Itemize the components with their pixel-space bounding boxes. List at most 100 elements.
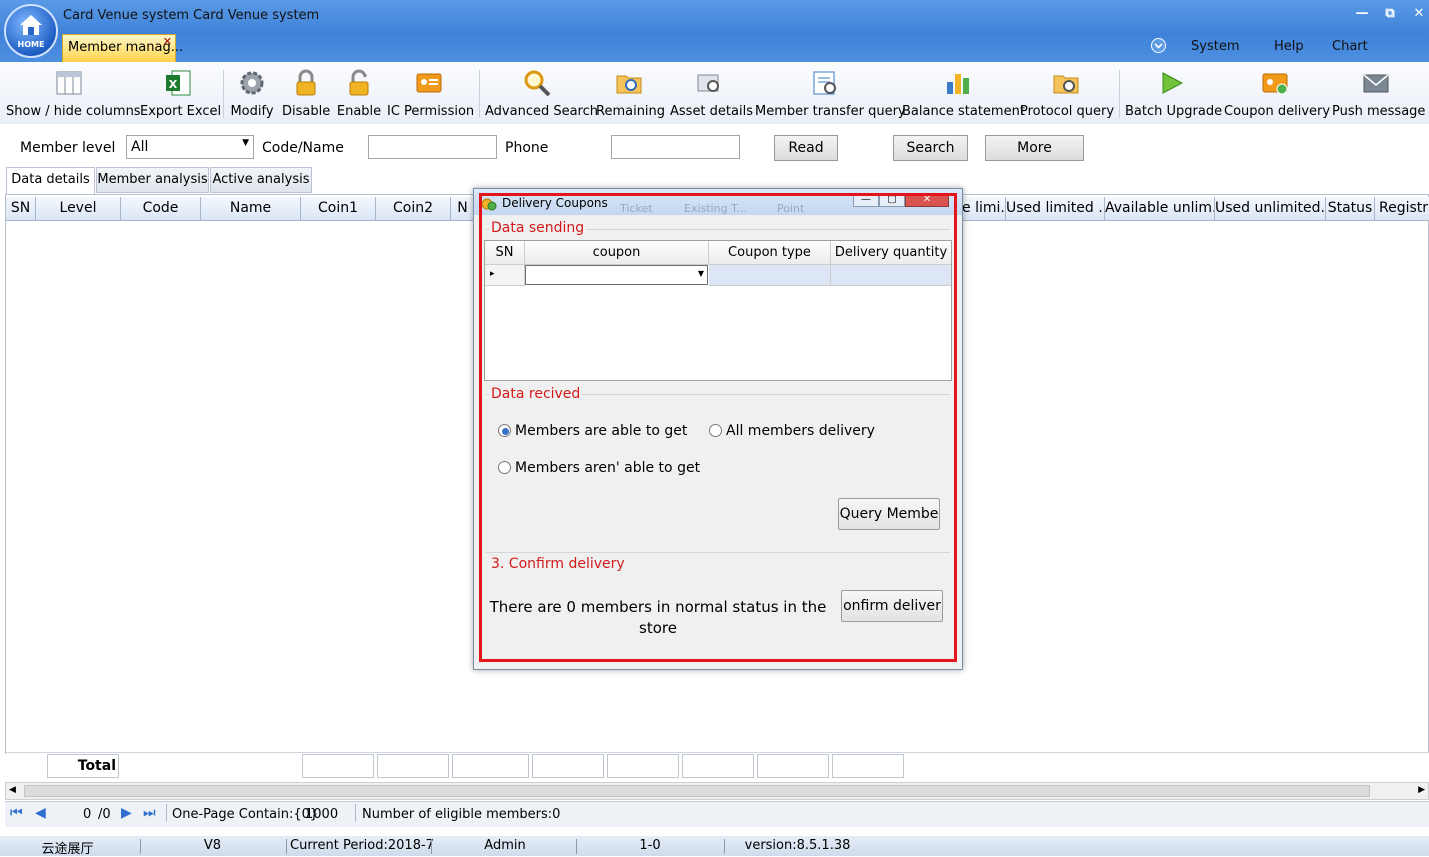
folder-search-icon — [614, 68, 644, 98]
gear-icon — [237, 68, 267, 98]
column-header[interactable]: N — [451, 197, 475, 221]
lock-icon — [291, 68, 321, 98]
code-name-label: Code/Name — [262, 140, 344, 156]
total-cell — [452, 754, 529, 778]
restore-button[interactable]: ⧉ — [1380, 6, 1400, 24]
pager-separator — [355, 804, 356, 822]
magnifier-icon — [522, 68, 552, 98]
play-icon — [1156, 68, 1186, 98]
remaining-button[interactable]: Remaining — [596, 68, 665, 122]
status-period: Current Period:2018-7 — [290, 838, 434, 853]
status-user: Admin — [484, 838, 526, 853]
ic-permission-button[interactable]: IC Permission — [387, 68, 474, 122]
tab-close-icon[interactable]: ✕ — [163, 35, 172, 48]
page-size-input[interactable]: 1000 — [305, 807, 338, 822]
tab-active-analysis[interactable]: Active analysis — [210, 167, 312, 193]
app-title: Card Venue system Card Venue system — [63, 8, 320, 23]
status-version: version:8.5.1.38 — [744, 838, 851, 853]
push-message-button[interactable]: Push message — [1332, 68, 1425, 122]
advanced-search-button[interactable]: Advanced Search — [485, 68, 598, 122]
read-button[interactable]: Read — [774, 135, 838, 161]
total-cell — [682, 754, 754, 778]
toolbar-separator — [1119, 70, 1120, 118]
member-transfer-query-button[interactable]: Member transfer query — [755, 68, 906, 122]
page-total: /0 — [98, 807, 111, 822]
highlight-frame — [479, 193, 957, 662]
first-page-icon[interactable]: ⏮ — [10, 805, 23, 821]
excel-icon: X — [163, 68, 193, 98]
scroll-left-icon[interactable]: ◀ — [9, 785, 16, 795]
home-logo[interactable]: HOME — [4, 4, 58, 58]
columns-icon — [54, 68, 84, 98]
tab-member-analysis[interactable]: Member analysis — [96, 167, 209, 193]
disable-button[interactable]: Disable — [282, 68, 330, 122]
scroll-right-icon[interactable]: ▶ — [1418, 785, 1425, 795]
search-button[interactable]: Search — [893, 135, 968, 161]
column-header[interactable]: e limi... — [962, 197, 1006, 221]
page-number[interactable]: 0 — [83, 807, 91, 822]
status-separator — [286, 839, 287, 854]
export-excel-button[interactable]: X Export Excel — [140, 68, 221, 122]
batch-upgrade-button[interactable]: Batch Upgrade — [1125, 68, 1222, 122]
total-label: Total — [47, 754, 119, 778]
toolbar-separator — [479, 70, 480, 118]
column-header[interactable]: Used limited ... — [1006, 197, 1105, 221]
status-version-short: V8 — [203, 838, 222, 853]
more-button[interactable]: More — [985, 135, 1084, 161]
bar-chart-icon — [943, 68, 973, 98]
menu-chart[interactable]: Chart — [1332, 39, 1368, 54]
minimize-button[interactable]: — — [1352, 6, 1372, 24]
column-header[interactable]: Level — [36, 197, 121, 221]
status-code: 1-0 — [639, 838, 661, 853]
total-cell — [377, 754, 449, 778]
code-name-input[interactable] — [368, 135, 497, 159]
column-header[interactable]: Coin2 — [376, 197, 451, 221]
tab-data-details[interactable]: Data details — [6, 167, 95, 194]
status-separator — [724, 839, 725, 854]
show-hide-columns-button[interactable]: Show / hide columns — [6, 68, 141, 122]
house-icon — [20, 15, 42, 35]
column-header[interactable]: Available unlim... — [1105, 197, 1215, 221]
pager-separator — [166, 804, 167, 822]
unlock-icon — [344, 68, 374, 98]
tab-member-management[interactable]: Member manag... ✕ — [62, 34, 183, 62]
logo-text: HOME — [17, 40, 45, 49]
status-venue: 云途展厅 — [41, 842, 94, 857]
prev-page-icon[interactable]: ◀ — [35, 805, 46, 821]
scrollbar-thumb[interactable] — [24, 785, 1370, 797]
horizontal-scrollbar[interactable]: ◀ ▶ — [5, 782, 1429, 800]
transfer-icon — [810, 68, 840, 98]
total-cell — [607, 754, 679, 778]
total-cell — [302, 754, 374, 778]
member-level-select[interactable]: All ▼ — [126, 135, 254, 159]
column-header[interactable]: Status — [1326, 197, 1375, 221]
column-header[interactable]: Used unlimited... — [1215, 197, 1326, 221]
enable-button[interactable]: Enable — [336, 68, 382, 122]
coupon-delivery-button[interactable]: Coupon delivery — [1224, 68, 1330, 122]
balance-statement-button[interactable]: Balance statement — [902, 68, 1025, 122]
dropdown-arrow-icon: ▼ — [242, 138, 249, 148]
status-separator — [431, 839, 432, 854]
toolbar-separator — [223, 70, 224, 118]
column-header[interactable]: Code — [121, 197, 201, 221]
column-header[interactable]: Name — [201, 197, 301, 221]
protocol-icon — [1051, 68, 1081, 98]
modify-button[interactable]: Modify — [229, 68, 275, 122]
close-button[interactable]: ✕ — [1409, 6, 1429, 24]
phone-label: Phone — [505, 140, 549, 156]
column-header[interactable]: Registra — [1375, 197, 1429, 221]
asset-details-button[interactable]: Asset details — [670, 68, 753, 122]
phone-input[interactable] — [611, 135, 740, 159]
menu-system[interactable]: System — [1191, 39, 1239, 54]
column-header[interactable]: SN — [6, 197, 36, 221]
coupon-icon — [1260, 68, 1290, 98]
menu-help[interactable]: Help — [1274, 39, 1304, 54]
ic-card-icon — [414, 68, 444, 98]
page-size-label: One-Page Contain:{0} — [172, 807, 319, 822]
eligible-count: Number of eligible members:0 — [362, 807, 561, 822]
protocol-query-button[interactable]: Protocol query — [1020, 68, 1114, 122]
column-header[interactable]: Coin1 — [301, 197, 376, 221]
last-page-icon[interactable]: ⏭ — [143, 805, 156, 821]
chevron-down-icon[interactable] — [1151, 38, 1166, 53]
next-page-icon[interactable]: ▶ — [121, 805, 132, 821]
